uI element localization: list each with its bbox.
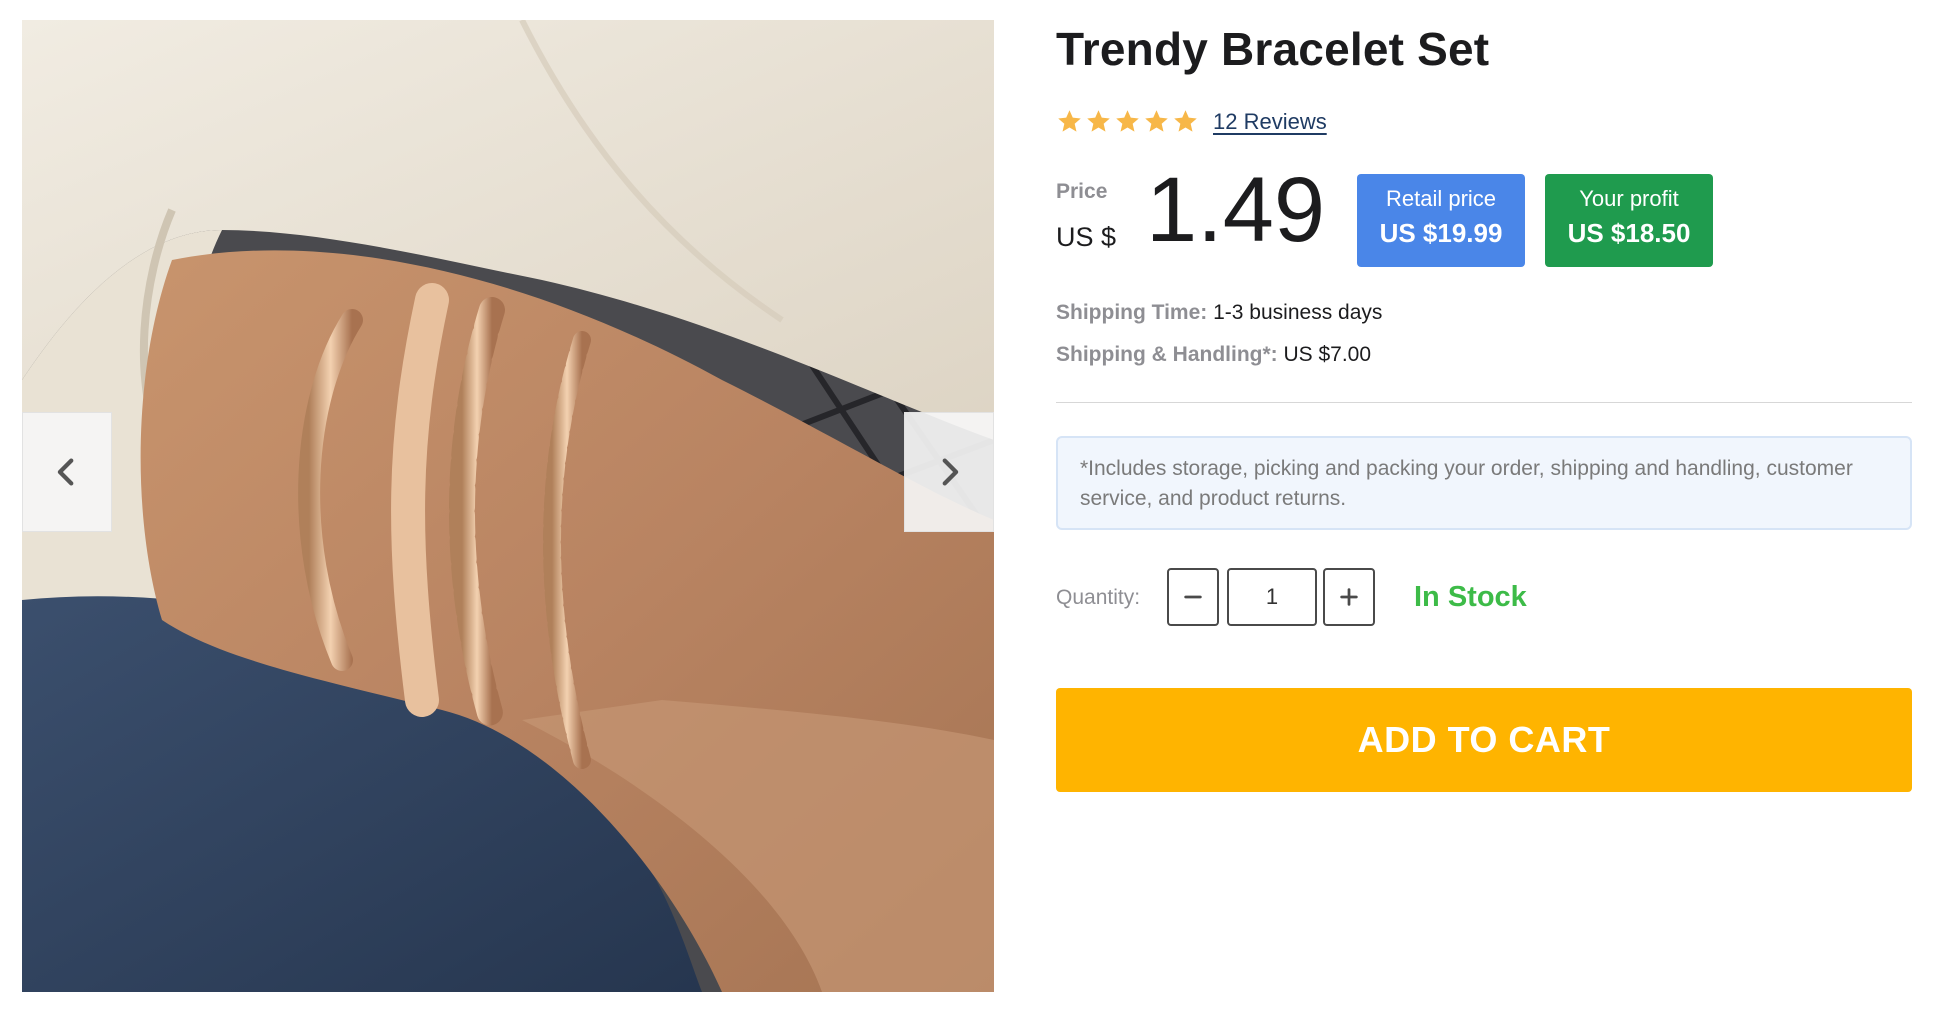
shipping-handling-row: Shipping & Handling*: US $7.00 <box>1056 343 1371 367</box>
price-value: 1.49 <box>1146 159 1326 261</box>
quantity-label: Quantity: <box>1056 586 1141 609</box>
quantity-increase-button[interactable] <box>1323 568 1375 626</box>
star-icon <box>1174 110 1197 132</box>
retail-price-badge: Retail price US $19.99 <box>1357 174 1525 267</box>
divider <box>1056 402 1912 403</box>
star-icon <box>1145 110 1168 132</box>
star-icon <box>1116 110 1139 132</box>
shipping-time-row: Shipping Time: 1-3 business days <box>1056 301 1382 325</box>
star-rating <box>1056 108 1199 135</box>
retail-price-value: US $19.99 <box>1379 218 1503 248</box>
stock-status: In Stock <box>1414 581 1527 613</box>
minus-icon <box>1184 595 1202 599</box>
shipping-time-label: Shipping Time: <box>1056 301 1208 324</box>
gallery-prev-button[interactable] <box>22 412 112 532</box>
retail-price-label: Retail price <box>1385 186 1497 211</box>
plus-icon <box>1340 588 1358 606</box>
quantity-decrease-button[interactable] <box>1167 568 1219 626</box>
shipping-time-value: 1-3 business days <box>1213 301 1383 324</box>
product-photo <box>22 20 994 992</box>
shipping-handling-label: Shipping & Handling*: <box>1056 343 1278 366</box>
product-rating: 12 Reviews <box>1056 108 1327 135</box>
quantity-input[interactable] <box>1227 568 1317 626</box>
chevron-right-icon <box>942 458 959 486</box>
gallery-next-button[interactable] <box>904 412 994 532</box>
profit-label: Your profit <box>1579 186 1679 211</box>
product-image-gallery <box>22 20 994 992</box>
price-currency: US $ <box>1056 222 1117 252</box>
profit-badge: Your profit US $18.50 <box>1545 174 1713 267</box>
shipping-notice: *Includes storage, picking and packing y… <box>1056 436 1912 530</box>
star-icon <box>1087 110 1110 132</box>
price-label: Price <box>1056 180 1108 203</box>
shipping-handling-value: US $7.00 <box>1283 343 1372 366</box>
reviews-link[interactable]: 12 Reviews <box>1213 109 1327 135</box>
star-icon <box>1058 110 1081 132</box>
profit-value: US $18.50 <box>1567 218 1691 248</box>
chevron-left-icon <box>57 458 74 486</box>
product-title: Trendy Bracelet Set <box>1056 23 1490 75</box>
add-to-cart-button[interactable]: ADD TO CART <box>1056 688 1912 792</box>
